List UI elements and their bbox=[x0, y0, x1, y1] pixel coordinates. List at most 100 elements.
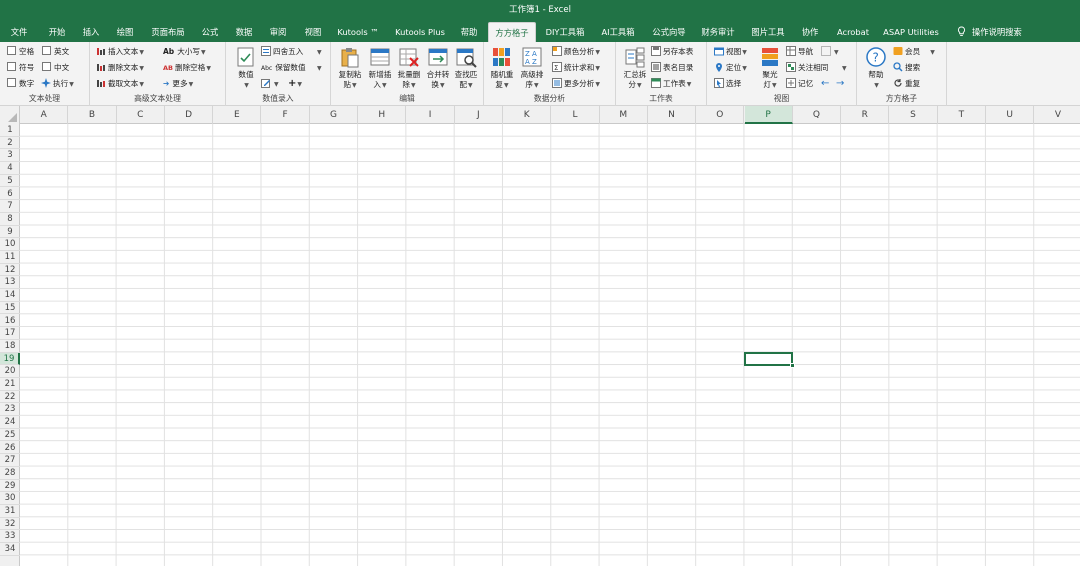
column-header[interactable]: G bbox=[310, 106, 359, 124]
column-header[interactable]: M bbox=[600, 106, 648, 124]
focus-dropdown[interactable]: ▼ bbox=[841, 61, 847, 75]
row-header[interactable]: 29 bbox=[0, 480, 20, 493]
column-header[interactable]: O bbox=[696, 106, 745, 124]
tab-3[interactable]: 绘图 bbox=[106, 22, 144, 42]
forward-arrow-button[interactable]: → bbox=[836, 77, 844, 91]
tab-0[interactable]: 文件 bbox=[0, 22, 38, 42]
find-match-button[interactable]: 查找匹 配▼ bbox=[452, 44, 480, 91]
row-header[interactable]: 10 bbox=[0, 238, 20, 251]
column-header[interactable]: R bbox=[841, 106, 890, 124]
tell-me-search[interactable]: 操作说明搜索 bbox=[957, 24, 1022, 40]
row-header[interactable]: 14 bbox=[0, 289, 20, 302]
row-header[interactable]: 30 bbox=[0, 492, 20, 505]
back-arrow-button[interactable]: ← bbox=[821, 77, 829, 91]
tab-20[interactable]: ASAP Utilities bbox=[880, 22, 942, 42]
tab-6[interactable]: 数据 bbox=[226, 22, 262, 42]
save-sheet-button[interactable]: 另存本表 bbox=[651, 45, 693, 59]
focus-same-button[interactable]: 关注相同 bbox=[786, 61, 828, 75]
tab-16[interactable]: 财务审计 bbox=[696, 22, 740, 42]
column-header[interactable]: K bbox=[503, 106, 552, 124]
locate-button[interactable]: 定位▼ bbox=[714, 61, 747, 75]
row-header[interactable]: 18 bbox=[0, 340, 20, 353]
case-button[interactable]: Ab 大小写▼ bbox=[163, 45, 206, 59]
add-insert-button[interactable]: 新增插 入▼ bbox=[366, 44, 394, 91]
column-header[interactable]: F bbox=[262, 106, 310, 124]
column-header[interactable]: B bbox=[68, 106, 117, 124]
tab-7[interactable]: 审阅 bbox=[262, 22, 294, 42]
tab-18[interactable]: 协作 bbox=[794, 22, 826, 42]
cell-area[interactable] bbox=[20, 124, 1080, 566]
copy-paste-button[interactable]: 复制粘 贴▼ bbox=[336, 44, 364, 91]
tab-1[interactable]: 开始 bbox=[38, 22, 76, 42]
tab-15[interactable]: 公式向导 bbox=[644, 22, 694, 42]
column-header[interactable]: U bbox=[986, 106, 1035, 124]
select-button[interactable]: 选择 bbox=[714, 77, 741, 91]
more-text-button[interactable]: ➔ 更多▼ bbox=[163, 77, 193, 91]
row-header[interactable]: 7 bbox=[0, 200, 20, 213]
tab-8[interactable]: 视图 bbox=[296, 22, 330, 42]
spotlight-button[interactable]: 聚光 灯▼ bbox=[757, 44, 783, 91]
stat-sum-button[interactable]: Σ 统计求和▼ bbox=[552, 61, 600, 75]
column-header[interactable]: E bbox=[213, 106, 262, 124]
symbol-checkbox[interactable]: 符号 bbox=[7, 61, 34, 75]
row-header[interactable]: 3 bbox=[0, 149, 20, 163]
row-header[interactable]: 34 bbox=[0, 543, 20, 556]
sheet-dir-button[interactable]: 表名目录 bbox=[651, 61, 693, 75]
merge-convert-button[interactable]: 合并转 换▼ bbox=[424, 44, 452, 91]
sheet-button[interactable]: 工作表▼ bbox=[651, 77, 691, 91]
select-all-corner[interactable] bbox=[0, 106, 20, 124]
batch-delete-button[interactable]: 批量删 除▼ bbox=[395, 44, 423, 91]
row-header[interactable]: 22 bbox=[0, 391, 20, 404]
repeat-button[interactable]: 重复 bbox=[893, 77, 920, 91]
space-checkbox[interactable]: 空格 bbox=[7, 45, 34, 59]
active-cell[interactable] bbox=[743, 351, 795, 369]
advanced-sort-button[interactable]: Z AA Z 高级排 序▼ bbox=[517, 44, 547, 91]
row-header[interactable]: 5 bbox=[0, 175, 20, 188]
row-header[interactable]: 16 bbox=[0, 315, 20, 328]
column-header[interactable]: T bbox=[938, 106, 986, 124]
row-header[interactable]: 17 bbox=[0, 327, 20, 340]
execute-button[interactable]: 执行▼ bbox=[41, 77, 74, 91]
row-header[interactable]: 21 bbox=[0, 378, 20, 391]
tab-5[interactable]: 公式 bbox=[194, 22, 226, 42]
row-header[interactable]: 25 bbox=[0, 429, 20, 442]
tab-4[interactable]: 页面布局 bbox=[146, 22, 190, 42]
round-dropdown[interactable]: ▼ bbox=[316, 45, 322, 59]
column-header[interactable]: P bbox=[744, 106, 793, 124]
chinese-checkbox[interactable]: 中文 bbox=[42, 61, 69, 75]
column-header[interactable]: A bbox=[20, 106, 69, 124]
more-analysis-button[interactable]: 更多分析▼ bbox=[552, 77, 600, 91]
row-header[interactable]: 31 bbox=[0, 505, 20, 518]
delete-space-button[interactable]: AB 删除空格▼ bbox=[163, 61, 211, 75]
tab-19[interactable]: Acrobat bbox=[830, 22, 876, 42]
english-checkbox[interactable]: 英文 bbox=[42, 45, 69, 59]
row-header[interactable]: 19 bbox=[0, 352, 20, 366]
row-header[interactable]: 20 bbox=[0, 365, 20, 378]
tab-2[interactable]: 插入 bbox=[72, 22, 110, 42]
tab-10[interactable]: Kutools Plus bbox=[390, 22, 450, 42]
tab-12[interactable]: 方方格子 bbox=[488, 22, 536, 42]
row-header[interactable]: 32 bbox=[0, 518, 20, 531]
column-header[interactable]: D bbox=[165, 106, 214, 124]
insert-text-button[interactable]: 插入文本▼ bbox=[96, 45, 144, 59]
search-button[interactable]: 搜索 bbox=[893, 61, 920, 75]
tab-14[interactable]: AI工具箱 bbox=[594, 22, 642, 42]
row-header[interactable]: 24 bbox=[0, 416, 20, 429]
column-header[interactable]: S bbox=[889, 106, 938, 124]
tab-17[interactable]: 图片工具 bbox=[744, 22, 792, 42]
navigate-button[interactable]: 导航 bbox=[786, 45, 813, 59]
tab-9[interactable]: Kutools ™ bbox=[332, 22, 384, 42]
color-analysis-button[interactable]: 颜色分析▼ bbox=[552, 45, 600, 59]
extract-text-button[interactable]: 截取文本▼ bbox=[96, 77, 144, 91]
view-button[interactable]: 视图▼ bbox=[714, 45, 747, 59]
round-button[interactable]: 四舍五入 bbox=[261, 45, 303, 59]
column-header[interactable]: I bbox=[406, 106, 455, 124]
keep-value-dropdown[interactable]: ▼ bbox=[316, 61, 322, 75]
random-repeat-button[interactable]: 随机重 复▼ bbox=[488, 44, 516, 91]
keep-value-button[interactable]: Abc 保留数值 bbox=[261, 61, 306, 75]
row-header[interactable]: 12 bbox=[0, 264, 20, 277]
row-header[interactable]: 9 bbox=[0, 226, 20, 239]
tab-13[interactable]: DIY工具箱 bbox=[540, 22, 590, 42]
column-header[interactable]: C bbox=[117, 106, 165, 124]
remember-button[interactable]: 记忆 bbox=[786, 77, 813, 91]
